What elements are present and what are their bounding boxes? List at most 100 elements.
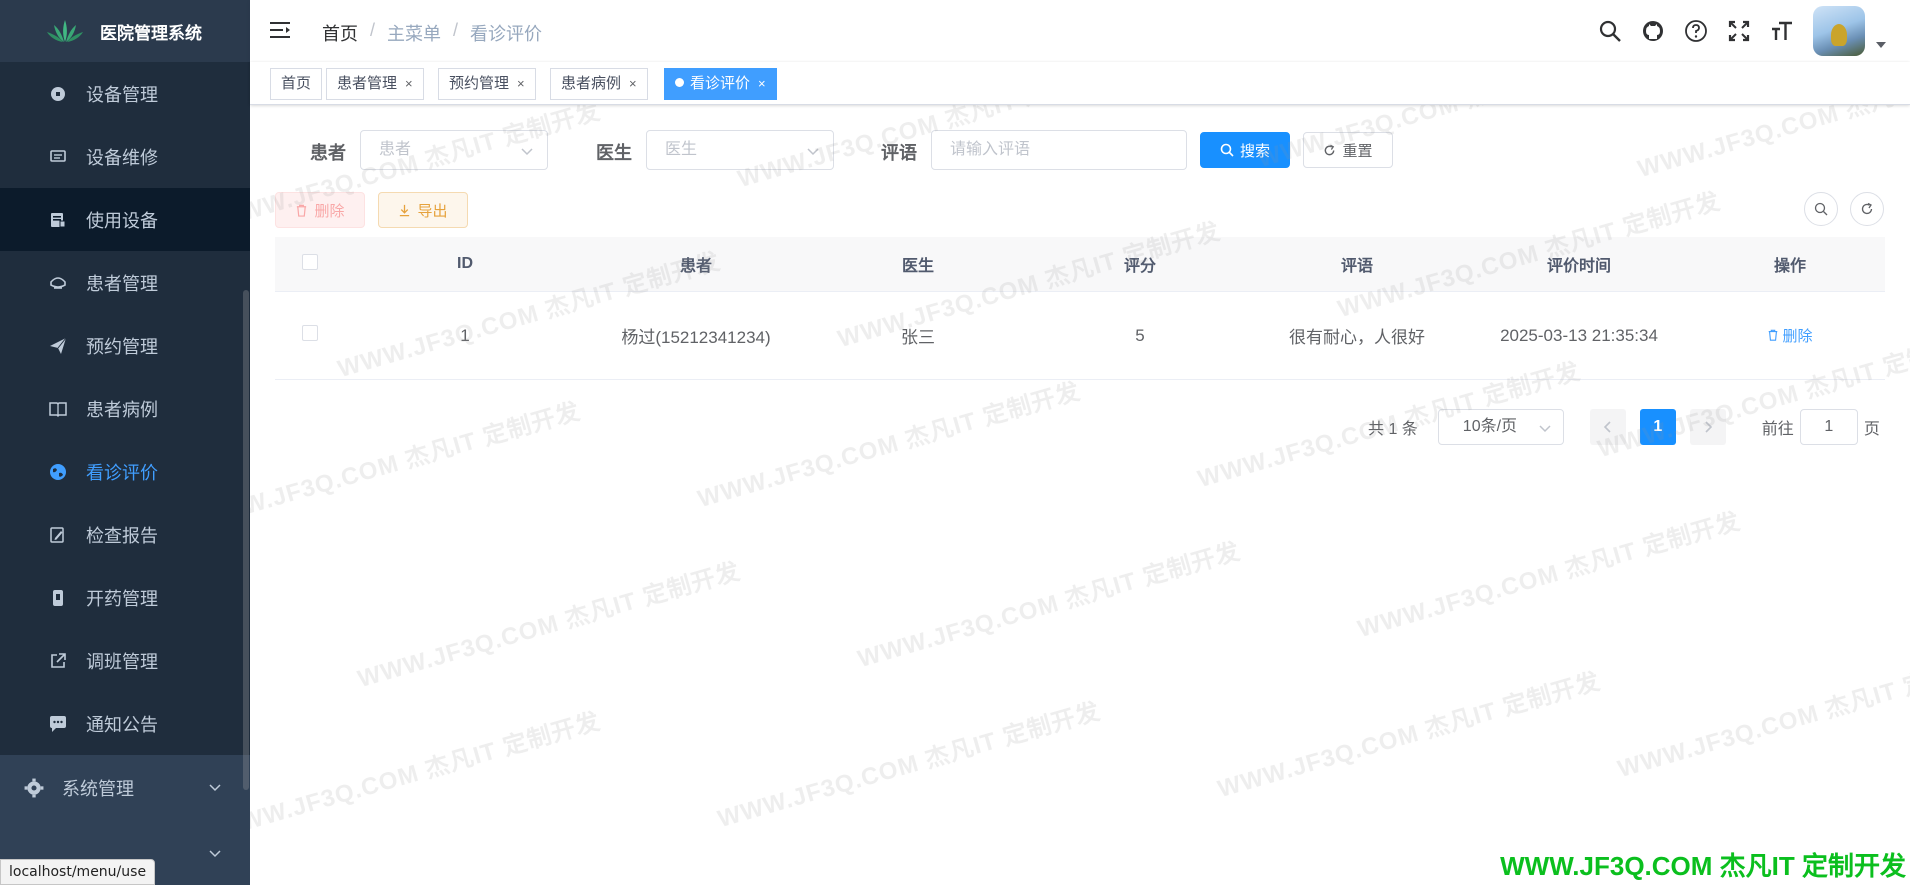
fullscreen-icon[interactable] xyxy=(1727,19,1751,43)
close-icon[interactable]: × xyxy=(405,76,413,91)
tags-view: 首页 患者管理 × 预约管理 × 患者病例 × 看诊评价 × xyxy=(250,62,1910,105)
refresh-table-button[interactable] xyxy=(1850,192,1884,226)
row-delete-label: 删除 xyxy=(1782,327,1813,345)
search-icon xyxy=(1220,143,1234,157)
refresh-icon xyxy=(1325,144,1335,155)
toggle-search-button[interactable] xyxy=(1804,192,1838,226)
row-checkbox[interactable] xyxy=(302,325,318,341)
sidebar-item-label: 患者病例 xyxy=(86,399,158,420)
cell-id: 1 xyxy=(460,325,470,345)
comment-input[interactable]: 请输入评语 xyxy=(931,130,1187,170)
page-number-current[interactable]: 1 xyxy=(1639,409,1676,445)
tag-label: 患者病例 xyxy=(561,75,622,92)
delete-button[interactable]: 删除 xyxy=(275,192,365,228)
trash-icon xyxy=(1769,329,1778,341)
goto-suffix: 页 xyxy=(1863,421,1880,438)
sidebar-item-label: 开药管理 xyxy=(86,588,158,609)
pagination: 共 1 条 10条/页 1 前往 1 页 xyxy=(1368,409,1880,445)
font-size-icon[interactable] xyxy=(1770,19,1794,43)
close-icon[interactable]: × xyxy=(758,76,766,91)
tag-cases[interactable]: 患者病例 × xyxy=(550,68,648,100)
sidebar-item-reviews[interactable]: 看诊评价 xyxy=(0,440,250,503)
tag-home[interactable]: 首页 xyxy=(270,68,323,100)
close-icon[interactable]: × xyxy=(629,76,637,91)
avatar[interactable] xyxy=(1813,6,1865,56)
patient-select[interactable]: 患者 xyxy=(360,130,548,170)
doctor-label: 医生 xyxy=(596,143,632,163)
trash-icon xyxy=(297,204,307,217)
reset-button[interactable]: 重置 xyxy=(1303,132,1393,168)
doctor-select[interactable]: 医生 xyxy=(646,130,834,170)
col-patient: 患者 xyxy=(679,258,712,275)
clipboard-icon xyxy=(48,210,68,230)
goto-page-input[interactable]: 1 xyxy=(1799,409,1858,445)
sidebar-item-label: 设备管理 xyxy=(86,84,158,105)
sidebar-item-appointments[interactable]: 预约管理 xyxy=(0,314,250,377)
tag-patients[interactable]: 患者管理 × xyxy=(326,68,424,100)
patient-label: 患者 xyxy=(310,143,346,163)
sidebar-scrollbar[interactable] xyxy=(243,290,249,790)
sidebar: 医院管理系统 设备管理 设备维修 使用设备 患者管理 预约管理 患者病例 看诊评… xyxy=(0,0,250,885)
reset-button-label: 重置 xyxy=(1342,142,1373,160)
breadcrumb-main-menu: 主菜单 xyxy=(387,24,442,44)
external-link-icon xyxy=(48,651,68,671)
next-page-button[interactable] xyxy=(1689,409,1726,445)
sidebar-item-reports[interactable]: 检查报告 xyxy=(0,503,250,566)
cell-patient: 杨过(15212341234) xyxy=(621,328,771,347)
search-button[interactable]: 搜索 xyxy=(1200,132,1290,168)
row-delete-link[interactable]: 删除 xyxy=(1767,325,1813,346)
col-time: 评价时间 xyxy=(1546,258,1611,275)
hamburger-icon[interactable] xyxy=(270,20,292,40)
sidebar-submenu-system[interactable]: 系统管理 xyxy=(0,755,250,821)
close-icon[interactable]: × xyxy=(517,76,525,91)
browser-status-url: localhost/menu/use xyxy=(0,859,156,885)
export-button[interactable]: 导出 xyxy=(378,192,468,228)
download-icon xyxy=(400,204,410,216)
watermark-layer: WWW.JF3Q.COM 杰凡IT 定制开发 WWW.JF3Q.COM 杰凡IT… xyxy=(250,105,1910,885)
sidebar-item-equipment-repair[interactable]: 设备维修 xyxy=(0,125,250,188)
select-all-checkbox[interactable] xyxy=(302,253,318,270)
breadcrumb: 首页 / 主菜单 / 看诊评价 xyxy=(322,20,542,46)
sidebar-submenu-label: 系统管理 xyxy=(62,779,134,799)
table-row: 1 杨过(15212341234) 张三 5 很有耐心，人很好 2025-03-… xyxy=(275,292,1885,380)
tag-appointments[interactable]: 预约管理 × xyxy=(438,68,536,100)
caret-down-icon[interactable] xyxy=(1876,42,1886,48)
sidebar-item-equipment[interactable]: 设备管理 xyxy=(0,62,250,125)
page-size-select[interactable]: 10条/页 xyxy=(1437,409,1564,445)
prev-page-button[interactable] xyxy=(1589,409,1626,445)
breadcrumb-separator: / xyxy=(453,20,459,40)
col-actions: 操作 xyxy=(1773,258,1806,275)
watermark-text: WWW.JF3Q.COM 杰凡IT 定制开发 xyxy=(1354,507,1744,644)
cell-doctor: 张三 xyxy=(901,328,935,347)
search-icon[interactable] xyxy=(1598,19,1622,43)
breadcrumb-separator: / xyxy=(370,20,376,40)
select-all-cell xyxy=(275,253,345,275)
active-dot-icon xyxy=(675,78,684,87)
page-size-value: 10条/页 xyxy=(1462,418,1518,435)
app-logo[interactable]: 医院管理系统 xyxy=(0,0,250,62)
help-question-icon[interactable] xyxy=(1684,19,1708,43)
cell-time: 2025-03-13 21:35:34 xyxy=(1500,325,1658,345)
sidebar-item-prescriptions[interactable]: 开药管理 xyxy=(0,566,250,629)
sidebar-menu: 设备管理 设备维修 使用设备 患者管理 预约管理 患者病例 看诊评价 检查报告 xyxy=(0,62,250,885)
tag-label: 看诊评价 xyxy=(690,75,751,92)
github-icon[interactable] xyxy=(1641,19,1665,43)
sidebar-item-cases[interactable]: 患者病例 xyxy=(0,377,250,440)
sidebar-item-patients[interactable]: 患者管理 xyxy=(0,251,250,314)
navbar-actions xyxy=(1598,6,1886,56)
sidebar-item-use-equipment[interactable]: 使用设备 xyxy=(0,188,250,251)
watermark-text: WWW.JF3Q.COM 杰凡IT 定制开发 xyxy=(250,397,584,534)
delete-button-label: 删除 xyxy=(314,202,345,220)
watermark-text: WWW.JF3Q.COM 杰凡IT 定制开发 xyxy=(250,707,604,844)
col-id: ID xyxy=(457,255,473,272)
comment-input-placeholder: 请输入评语 xyxy=(950,141,1031,158)
comment-label: 评语 xyxy=(881,143,917,163)
watermark-corner: WWW.JF3Q.COM 杰凡IT 定制开发 xyxy=(1500,851,1906,881)
sidebar-item-notices[interactable]: 通知公告 xyxy=(0,692,250,755)
navbar: 首页 / 主菜单 / 看诊评价 xyxy=(250,0,1910,62)
sidebar-item-shift-swap[interactable]: 调班管理 xyxy=(0,629,250,692)
tag-reviews[interactable]: 看诊评价 × xyxy=(664,68,777,100)
sidebar-item-label: 设备维修 xyxy=(86,147,158,168)
pagination-total: 共 1 条 xyxy=(1368,421,1418,438)
breadcrumb-home[interactable]: 首页 xyxy=(322,20,358,46)
